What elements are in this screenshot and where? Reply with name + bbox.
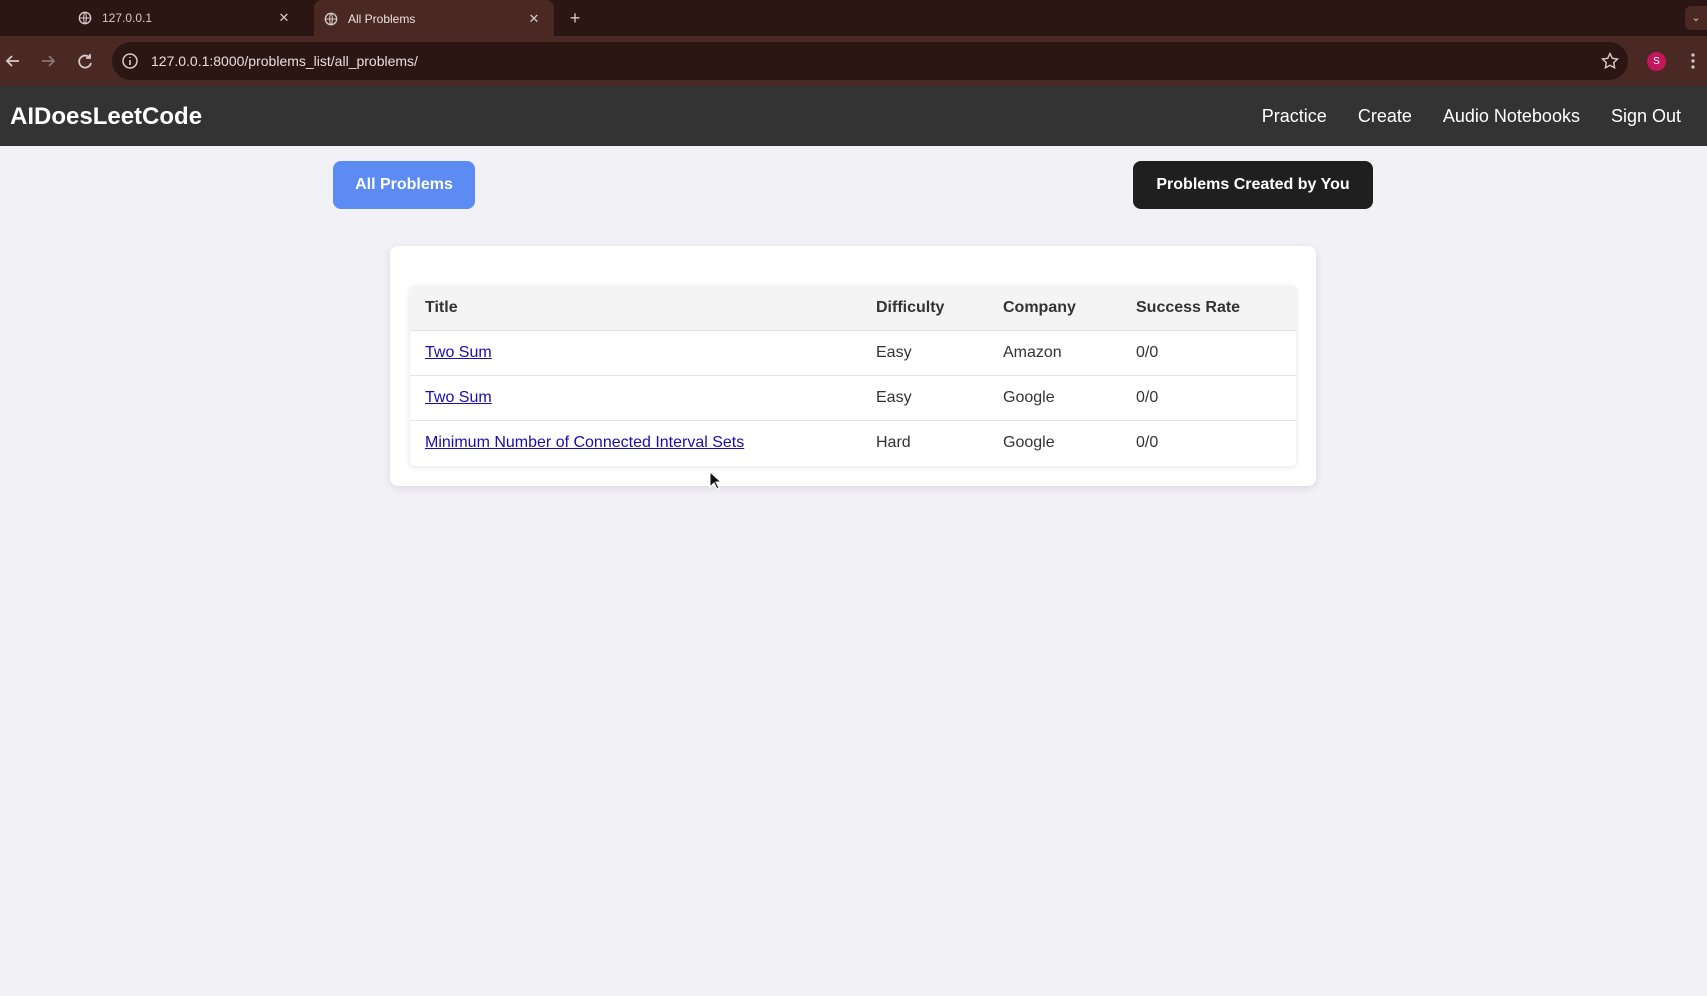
all-problems-button[interactable]: All Problems [333, 161, 475, 209]
difficulty-cell: Easy [861, 329, 988, 375]
problems-table: Title Difficulty Company Success Rate Tw… [410, 286, 1296, 465]
column-header-title: Title [410, 286, 861, 330]
title-cell: Two Sum [410, 374, 861, 420]
tab-title: All Problems [348, 12, 416, 26]
address-bar[interactable]: 127.0.0.1:8000/problems_list/all_problem… [112, 42, 1628, 80]
browser-tab-localhost[interactable]: 127.0.0.1 ✕ [70, 0, 304, 36]
browser-toolbar: 127.0.0.1:8000/problems_list/all_problem… [0, 36, 1707, 86]
table-row: Two Sum Easy Amazon 0/0 [410, 329, 1296, 375]
globe-icon [324, 12, 338, 26]
tab-search-chevron-icon[interactable]: ⌄ [1685, 6, 1707, 30]
back-arrow-icon[interactable] [2, 50, 24, 72]
column-header-difficulty: Difficulty [861, 286, 988, 330]
nav-practice[interactable]: Practice [1262, 106, 1327, 127]
success-rate-cell: 0/0 [1121, 329, 1296, 375]
nav-links: Practice Create Audio Notebooks Sign Out [1262, 106, 1681, 127]
profile-avatar[interactable]: S [1647, 52, 1666, 71]
browser-menu-icon[interactable] [1686, 50, 1700, 72]
table-row: Two Sum Easy Google 0/0 [410, 374, 1296, 420]
table-header-row: Title Difficulty Company Success Rate [410, 286, 1296, 330]
nav-sign-out[interactable]: Sign Out [1611, 106, 1681, 127]
url-text: 127.0.0.1:8000/problems_list/all_problem… [151, 53, 418, 69]
problem-link[interactable]: Minimum Number of Connected Interval Set… [425, 434, 744, 451]
brand-logo[interactable]: AIDoesLeetCode [10, 103, 202, 131]
company-cell: Amazon [988, 329, 1121, 375]
browser-tab-strip: 127.0.0.1 ✕ All Problems ✕ + ⌄ [0, 0, 1707, 38]
bookmark-star-icon[interactable] [1600, 51, 1620, 71]
difficulty-cell: Easy [861, 374, 988, 420]
nav-audio-notebooks[interactable]: Audio Notebooks [1443, 106, 1580, 127]
browser-tab-all-problems[interactable]: All Problems ✕ [314, 0, 554, 38]
problem-link[interactable]: Two Sum [425, 344, 492, 361]
success-rate-cell: 0/0 [1121, 419, 1296, 465]
table-row: Minimum Number of Connected Interval Set… [410, 419, 1296, 465]
globe-icon [78, 11, 92, 25]
close-icon[interactable]: ✕ [276, 10, 292, 26]
company-cell: Google [988, 374, 1121, 420]
reload-icon[interactable] [74, 50, 96, 72]
column-header-company: Company [988, 286, 1121, 330]
mouse-cursor-icon [709, 471, 723, 490]
title-cell: Minimum Number of Connected Interval Set… [410, 419, 861, 465]
problems-table-wrapper: Title Difficulty Company Success Rate Tw… [410, 286, 1296, 466]
forward-arrow-icon[interactable] [37, 50, 59, 72]
app-navbar: AIDoesLeetCode Practice Create Audio Not… [0, 86, 1707, 146]
title-cell: Two Sum [410, 329, 861, 375]
problems-created-by-you-button[interactable]: Problems Created by You [1133, 161, 1373, 209]
problem-link[interactable]: Two Sum [425, 389, 492, 406]
tab-title: 127.0.0.1 [102, 11, 153, 25]
close-icon[interactable]: ✕ [526, 11, 542, 27]
site-info-icon[interactable] [120, 51, 140, 71]
column-header-success-rate: Success Rate [1121, 286, 1296, 330]
nav-create[interactable]: Create [1358, 106, 1412, 127]
company-cell: Google [988, 419, 1121, 465]
new-tab-button[interactable]: + [564, 7, 586, 29]
problems-card: Title Difficulty Company Success Rate Tw… [390, 246, 1316, 486]
difficulty-cell: Hard [861, 419, 988, 465]
success-rate-cell: 0/0 [1121, 374, 1296, 420]
